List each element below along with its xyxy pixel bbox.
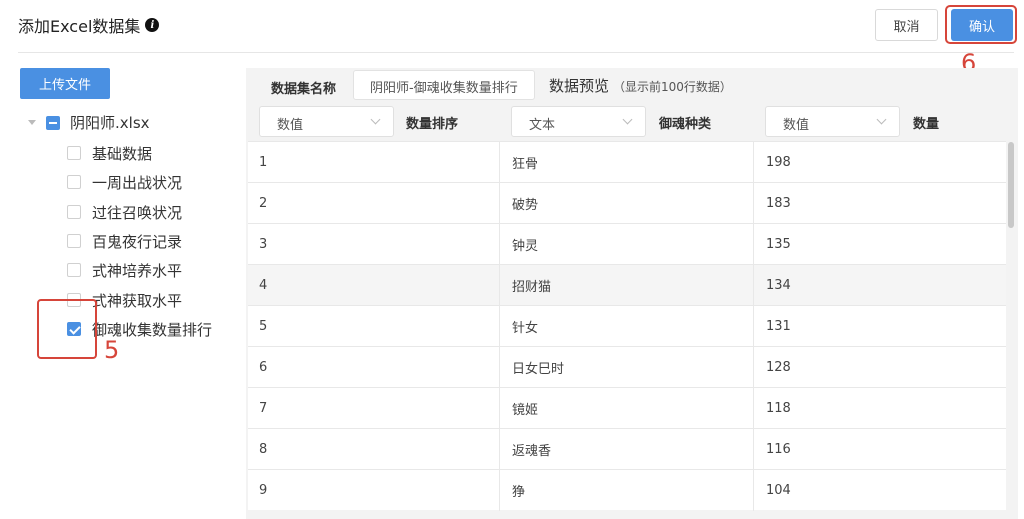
sheet-item[interactable]: 百鬼夜行记录: [67, 231, 182, 251]
sheet-item[interactable]: 一周出战状况: [67, 172, 182, 192]
table-row: 2 破势 183: [248, 182, 1006, 224]
table-row-hovered: 4 招财猫 134: [248, 264, 1006, 306]
table-cell: 198: [766, 155, 791, 170]
sheet-item[interactable]: 式神培养水平: [67, 260, 182, 280]
table-cell: 钟灵: [500, 224, 754, 265]
upload-file-button[interactable]: 上传文件: [20, 68, 110, 99]
chevron-down-icon: [622, 114, 633, 125]
column-name: 数量: [913, 117, 940, 132]
column-type-value: 数值: [783, 118, 810, 133]
table-cell: 1: [248, 142, 500, 183]
scrollbar-thumb[interactable]: [1008, 142, 1014, 228]
table-cell: 5: [248, 306, 500, 347]
sheet-label: 过往召唤状况: [92, 203, 183, 222]
info-icon[interactable]: i: [145, 18, 160, 32]
column-name: 数量排序: [406, 117, 459, 132]
column-type-value: 文本: [529, 118, 556, 133]
table-cell: 116: [766, 442, 791, 457]
dialog-title-text: 添加Excel数据集: [18, 17, 141, 36]
annotation-box-confirm: [945, 5, 1017, 44]
table-cell: 狂骨: [500, 142, 754, 183]
sheet-label: 百鬼夜行记录: [92, 232, 183, 251]
sheet-label: 式神获取水平: [92, 291, 183, 310]
sheet-checkbox[interactable]: [67, 205, 81, 219]
column-type-select[interactable]: 文本: [511, 106, 646, 137]
add-excel-dataset-dialog: 添加Excel数据集 i 取消 确认 6 上传文件 阴阳师.xlsx 基础数据 …: [0, 0, 1024, 519]
dialog-title: 添加Excel数据集 i: [18, 13, 160, 37]
sheet-label: 基础数据: [92, 144, 153, 163]
sheet-item[interactable]: 过往召唤状况: [67, 202, 182, 222]
table-cell: 镜姬: [500, 388, 754, 429]
table-cell: 3: [248, 224, 500, 265]
table-cell: 104: [766, 483, 791, 498]
cancel-button[interactable]: 取消: [875, 9, 938, 41]
table-cell: 6: [248, 347, 500, 388]
sheet-label: 式神培养水平: [92, 261, 183, 280]
table-cell: 招财猫: [500, 265, 754, 306]
annotation-number-5: 5: [104, 336, 120, 364]
dataset-name-label: 数据集名称: [271, 82, 337, 97]
chevron-down-icon: [876, 114, 887, 125]
caret-down-icon[interactable]: [28, 120, 36, 125]
file-tree-root[interactable]: 阴阳师.xlsx: [28, 112, 150, 133]
table-cell: 135: [766, 237, 791, 252]
column-type-value: 数值: [277, 118, 304, 133]
sheet-checkbox[interactable]: [67, 146, 81, 160]
chevron-down-icon: [370, 114, 381, 125]
table-cell: 日女巳时: [500, 347, 754, 388]
table-row: 3 钟灵 135: [248, 223, 1006, 265]
file-checkbox-indeterminate[interactable]: [46, 115, 60, 130]
sheet-item[interactable]: 基础数据: [67, 143, 152, 163]
file-name: 阴阳师.xlsx: [70, 114, 150, 132]
table-cell: 返魂香: [500, 429, 754, 470]
column-name: 御魂种类: [659, 117, 712, 132]
table-cell: 狰: [500, 470, 754, 511]
table-cell: 131: [766, 319, 791, 334]
table-row: 5 针女 131: [248, 305, 1006, 347]
table-cell: 128: [766, 360, 791, 375]
data-preview-title: 数据预览 （显示前100行数据）: [549, 75, 732, 96]
table-cell: 134: [766, 278, 791, 293]
column-type-select[interactable]: 数值: [765, 106, 900, 137]
dataset-name-input[interactable]: 阴阳师-御魂收集数量排行: [353, 70, 535, 100]
table-row: 8 返魂香 116: [248, 428, 1006, 470]
sheet-checkbox[interactable]: [67, 263, 81, 277]
table-cell: 118: [766, 401, 791, 416]
annotation-box-checkbox: [37, 299, 97, 359]
table-cell: 2: [248, 183, 500, 224]
table-cell: 183: [766, 196, 791, 211]
table-row: 1 狂骨 198: [248, 141, 1006, 183]
column-type-select[interactable]: 数值: [259, 106, 394, 137]
header-divider: [18, 52, 1014, 53]
table-cell: 9: [248, 470, 500, 511]
table-row: 9 狰 104: [248, 469, 1006, 511]
preview-table: 1 狂骨 198 2 破势 183 3 钟灵 135 4 招财猫 134 5 针…: [248, 141, 1006, 511]
data-preview-note: （显示前100行数据）: [613, 80, 732, 94]
sheet-label: 一周出战状况: [92, 173, 183, 192]
sheet-checkbox[interactable]: [67, 234, 81, 248]
table-cell: 4: [248, 265, 500, 306]
table-cell: 针女: [500, 306, 754, 347]
sheet-checkbox[interactable]: [67, 175, 81, 189]
table-row: 7 镜姬 118: [248, 387, 1006, 429]
table-cell: 8: [248, 429, 500, 470]
table-cell: 7: [248, 388, 500, 429]
table-cell: 破势: [500, 183, 754, 224]
table-row: 6 日女巳时 128: [248, 346, 1006, 388]
data-preview-label: 数据预览: [549, 77, 610, 95]
